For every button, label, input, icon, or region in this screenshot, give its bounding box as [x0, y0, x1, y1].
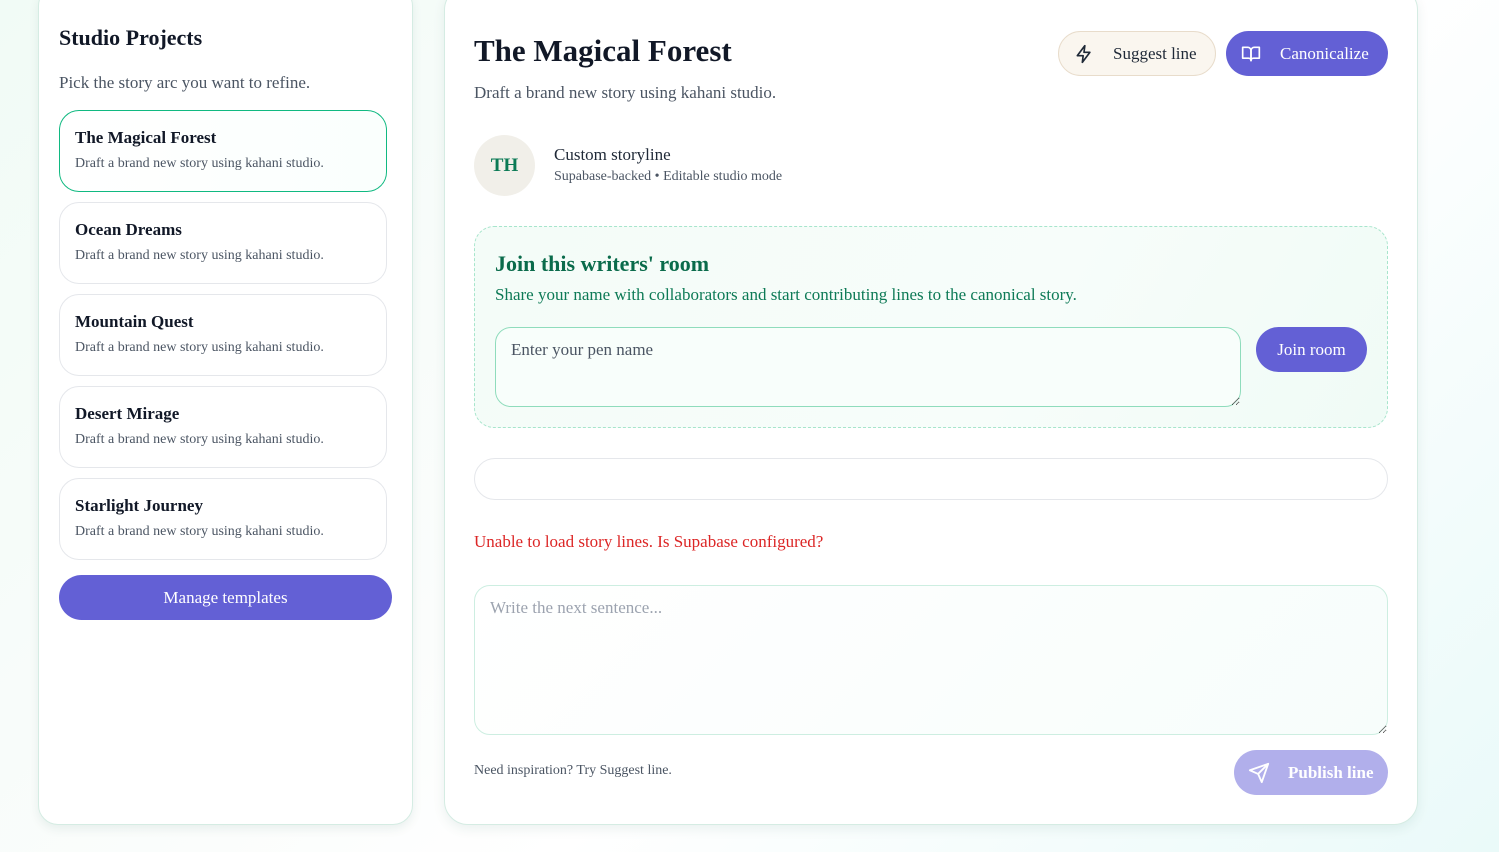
book-open-icon — [1241, 46, 1261, 62]
inspiration-hint: Need inspiration? Try Suggest line. — [474, 763, 672, 778]
publish-line-button[interactable]: Publish line — [1234, 750, 1388, 795]
canonicalize-button[interactable]: Canonicalize — [1226, 31, 1388, 76]
publish-line-label: Publish line — [1288, 762, 1374, 782]
story-type: Custom storyline — [554, 145, 671, 164]
manage-templates-button[interactable]: Manage templates — [59, 575, 392, 620]
join-room-title: Join this writers' room — [495, 251, 710, 276]
send-icon — [1248, 762, 1270, 783]
lightning-icon — [1076, 44, 1091, 63]
project-name: Ocean Dreams — [75, 220, 182, 239]
project-card-mountain-quest[interactable]: Mountain Quest Draft a brand new story u… — [59, 294, 387, 376]
join-room-button[interactable]: Join room — [1256, 327, 1367, 372]
error-message: Unable to load story lines. Is Supabase … — [474, 532, 824, 551]
project-description: Draft a brand new story using kahani stu… — [75, 156, 324, 171]
suggest-line-label: Suggest line — [1113, 43, 1197, 63]
project-description: Draft a brand new story using kahani stu… — [75, 524, 324, 539]
project-name: Starlight Journey — [75, 496, 203, 515]
suggest-line-button[interactable]: Suggest line — [1058, 31, 1216, 76]
project-list: The Magical Forest Draft a brand new sto… — [59, 110, 392, 560]
avatar: TH — [474, 135, 535, 196]
join-room-subtitle: Share your name with collaborators and s… — [495, 285, 1077, 304]
page-title: The Magical Forest — [474, 33, 732, 68]
page-subtitle: Draft a brand new story using kahani stu… — [474, 83, 777, 102]
canonicalize-label: Canonicalize — [1280, 43, 1369, 63]
project-name: The Magical Forest — [75, 128, 217, 147]
pen-name-input[interactable] — [495, 327, 1241, 407]
project-description: Draft a brand new story using kahani stu… — [75, 248, 324, 263]
project-card-magical-forest[interactable]: The Magical Forest Draft a brand new sto… — [59, 110, 387, 192]
story-lines-list — [474, 458, 1388, 500]
sidebar-subtitle: Pick the story arc you want to refine. — [59, 73, 311, 92]
project-card-ocean-dreams[interactable]: Ocean Dreams Draft a brand new story usi… — [59, 202, 387, 284]
story-panel: The Magical Forest Draft a brand new sto… — [444, 0, 1418, 825]
project-card-starlight-journey[interactable]: Starlight Journey Draft a brand new stor… — [59, 478, 387, 560]
sidebar: Studio Projects Pick the story arc you w… — [38, 0, 413, 825]
story-meta: Supabase-backed • Editable studio mode — [554, 169, 783, 184]
join-room-panel: Join this writers' room Share your name … — [474, 226, 1388, 428]
project-description: Draft a brand new story using kahani stu… — [75, 340, 324, 355]
project-card-desert-mirage[interactable]: Desert Mirage Draft a brand new story us… — [59, 386, 387, 468]
next-sentence-input[interactable] — [474, 585, 1388, 735]
project-name: Mountain Quest — [75, 312, 194, 331]
sidebar-title: Studio Projects — [59, 25, 203, 50]
project-name: Desert Mirage — [75, 404, 180, 423]
project-description: Draft a brand new story using kahani stu… — [75, 432, 324, 447]
